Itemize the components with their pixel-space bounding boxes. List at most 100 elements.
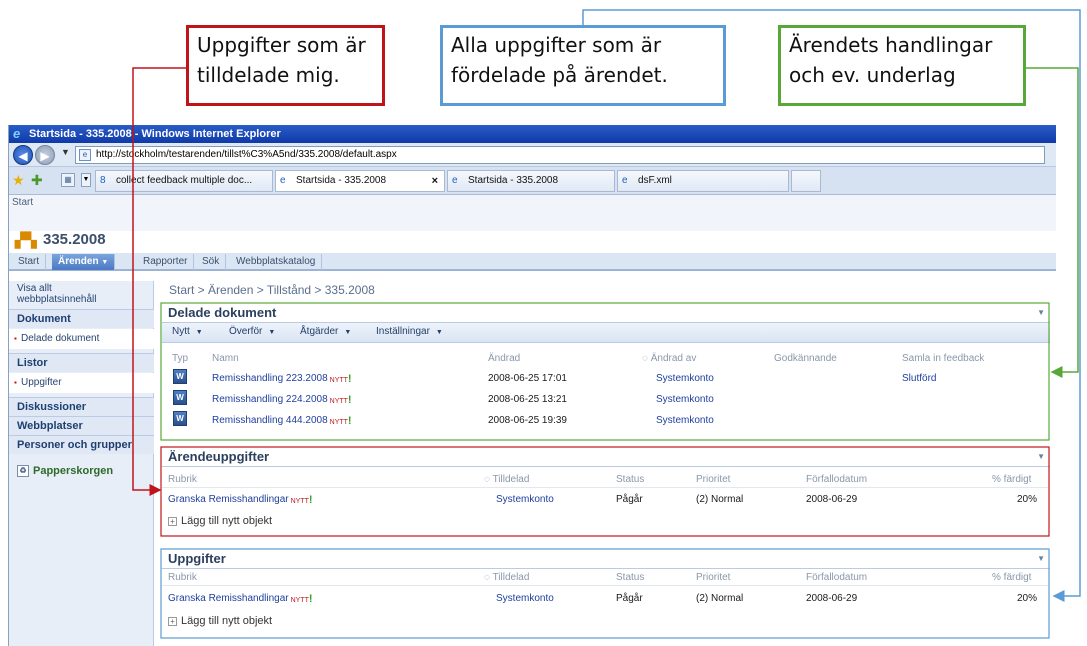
ql-head-lists[interactable]: Listor [9, 353, 154, 372]
document-link[interactable]: Remisshandling 224.2008 NYTT! [212, 394, 352, 406]
modified-by-link[interactable]: Systemkonto [656, 373, 714, 384]
column-header-assigned[interactable]: ◌ Tilldelad [484, 474, 529, 485]
column-header-percent-complete[interactable]: % färdigt [992, 474, 1031, 485]
task-status: Pågår [616, 593, 643, 604]
webpart-title[interactable]: Uppgifter ▼ [162, 549, 1050, 569]
tab-label: Startsida - 335.2008 [296, 175, 387, 186]
browser-tab-startsida-active[interactable]: e Startsida - 335.2008 × [275, 170, 445, 192]
new-badge: NYTT! [329, 394, 352, 406]
webpart-title-text: Ärendeuppgifter [168, 449, 270, 464]
column-header-status[interactable]: Status [616, 474, 644, 485]
document-link[interactable]: Remisshandling 444.2008 NYTT! [212, 415, 352, 427]
presence-icon: ◌ [642, 353, 648, 364]
add-new-item-link[interactable]: + Lägg till nytt objekt [168, 515, 272, 527]
nav-webbplatskatalog[interactable]: Webbplatskatalog [230, 254, 323, 270]
ql-head-documents[interactable]: Dokument [9, 309, 154, 328]
nav-start[interactable]: Start [12, 254, 47, 270]
toolbar-actions-menu[interactable]: Åtgärder ▼ [300, 326, 351, 337]
tab-list-chevron-icon[interactable]: ▼ [81, 173, 91, 187]
quick-launch: Visa allt webbplatsinnehåll Dokument Del… [9, 281, 154, 646]
column-header-status[interactable]: Status [616, 572, 644, 583]
word-document-icon[interactable]: W [173, 390, 187, 405]
back-button[interactable]: ◀ [13, 145, 33, 165]
content-breadcrumb[interactable]: Start > Ärenden > Tillstånd > 335.2008 [169, 283, 375, 297]
task-percent-complete: 20% [1017, 494, 1038, 505]
ql-head-people-groups[interactable]: Personer och grupper [9, 435, 154, 454]
webpart-shared-documents: Delade dokument ▼ Nytt ▼ Överför ▼ Åtgärde… [162, 303, 1050, 440]
new-badge-text: NYTT [290, 597, 309, 604]
new-badge: NYTT! [290, 494, 313, 506]
webpart-title[interactable]: Delade dokument ▼ [162, 303, 1050, 323]
task-due-date: 2008-06-29 [806, 494, 858, 505]
browser-window: e Startsida - 335.2008 - Windows Interne… [8, 125, 1056, 646]
quick-tabs-icon[interactable]: ▦ [61, 173, 75, 187]
column-header-due-date[interactable]: Förfallodatum [806, 474, 867, 485]
site-logo-icon: ▞▚ [15, 232, 37, 248]
nav-rapporter[interactable]: Rapporter [137, 254, 195, 270]
view-all-site-content[interactable]: Visa allt webbplatsinnehåll [9, 281, 154, 307]
modified-by-link[interactable]: Systemkonto [656, 415, 714, 426]
ql-head-sites[interactable]: Webbplatser [9, 416, 154, 435]
assigned-to-link[interactable]: Systemkonto [496, 593, 554, 604]
browser-tab-startsida[interactable]: e Startsida - 335.2008 [447, 170, 615, 192]
toolbar-new-menu[interactable]: Nytt ▼ [172, 326, 203, 337]
column-header-priority[interactable]: Prioritet [696, 572, 730, 583]
ql-item-tasks[interactable]: Uppgifter [9, 373, 154, 393]
new-badge-text: NYTT [329, 419, 348, 426]
tab-label: Startsida - 335.2008 [468, 175, 559, 186]
ql-head-discussions[interactable]: Diskussioner [9, 397, 154, 416]
column-header-type[interactable]: Typ [172, 353, 188, 364]
toolbar-upload-menu[interactable]: Överför ▼ [229, 326, 275, 337]
ql-item-shared-documents[interactable]: Delade dokument [9, 329, 154, 349]
add-icon: + [168, 617, 177, 626]
column-header-priority[interactable]: Prioritet [696, 474, 730, 485]
presence-icon: ◌ [484, 572, 490, 583]
top-breadcrumb[interactable]: Start [9, 195, 1056, 211]
column-header-title[interactable]: Rubrik [168, 474, 197, 485]
word-document-icon[interactable]: W [173, 411, 187, 426]
site-title[interactable]: ▞▚ 335.2008 [15, 229, 106, 251]
chevron-down-icon[interactable]: ▼ [61, 147, 70, 157]
add-favorites-icon[interactable]: ✚ [31, 172, 43, 189]
nav-arenden[interactable]: Ärenden ▼ [52, 254, 116, 270]
tab-bar: ★ ✚ ▦ ▼ 8 collect feedback multiple doc.… [9, 167, 1056, 195]
webpart-title[interactable]: Ärendeuppgifter ▼ [162, 447, 1050, 467]
column-header-title[interactable]: Rubrik [168, 572, 197, 583]
url-input[interactable]: e http://stockholm/testarenden/tillst%C3… [75, 146, 1045, 164]
webpart-menu-icon[interactable]: ▼ [1037, 447, 1045, 467]
browser-tab-feedback[interactable]: 8 collect feedback multiple doc... [95, 170, 273, 192]
new-tab-button[interactable] [791, 170, 821, 192]
document-link[interactable]: Remisshandling 223.2008 NYTT! [212, 373, 352, 385]
close-tab-icon[interactable]: × [432, 171, 438, 191]
webpart-menu-icon[interactable]: ▼ [1037, 303, 1045, 323]
webpart-title-text: Uppgifter [168, 551, 226, 566]
toolbar-settings-menu[interactable]: Inställningar ▼ [376, 326, 443, 337]
recycle-bin-link[interactable]: ♻ Papperskorgen [9, 461, 154, 481]
forward-button[interactable]: ▶ [35, 145, 55, 165]
column-header-modified-by[interactable]: ◌ Ändrad av [642, 353, 696, 364]
callout-case-documents: Ärendets handlingar och ev. underlag [778, 25, 1026, 106]
column-header-percent-complete[interactable]: % färdigt [992, 572, 1031, 583]
browser-tab-dsf-xml[interactable]: e dsF.xml [617, 170, 789, 192]
task-title: Granska Remisshandlingar [168, 593, 289, 604]
view-all-line: Visa allt [17, 283, 52, 294]
column-label: Tilldelad [492, 474, 530, 485]
task-priority: (2) Normal [696, 494, 744, 505]
task-title-link[interactable]: Granska Remisshandlingar NYTT! [168, 494, 313, 506]
task-title-link[interactable]: Granska Remisshandlingar NYTT! [168, 593, 313, 605]
webpart-menu-icon[interactable]: ▼ [1037, 549, 1045, 569]
column-header-name[interactable]: Namn [212, 353, 239, 364]
add-new-item-link[interactable]: + Lägg till nytt objekt [168, 615, 272, 627]
column-header-approval[interactable]: Godkännande [774, 353, 837, 364]
column-header-assigned[interactable]: ◌ Tilldelad [484, 572, 529, 583]
assigned-to-link[interactable]: Systemkonto [496, 494, 554, 505]
nav-sok[interactable]: Sök [196, 254, 227, 270]
column-header-modified[interactable]: Ändrad [488, 353, 520, 364]
modified-by-link[interactable]: Systemkonto [656, 394, 714, 405]
new-badge-text: NYTT [329, 377, 348, 384]
word-document-icon[interactable]: W [173, 369, 187, 384]
favorites-star-icon[interactable]: ★ [12, 172, 25, 189]
column-header-due-date[interactable]: Förfallodatum [806, 572, 867, 583]
feedback-status-link[interactable]: Slutförd [902, 373, 936, 384]
column-header-collect-feedback[interactable]: Samla in feedback [902, 353, 984, 364]
